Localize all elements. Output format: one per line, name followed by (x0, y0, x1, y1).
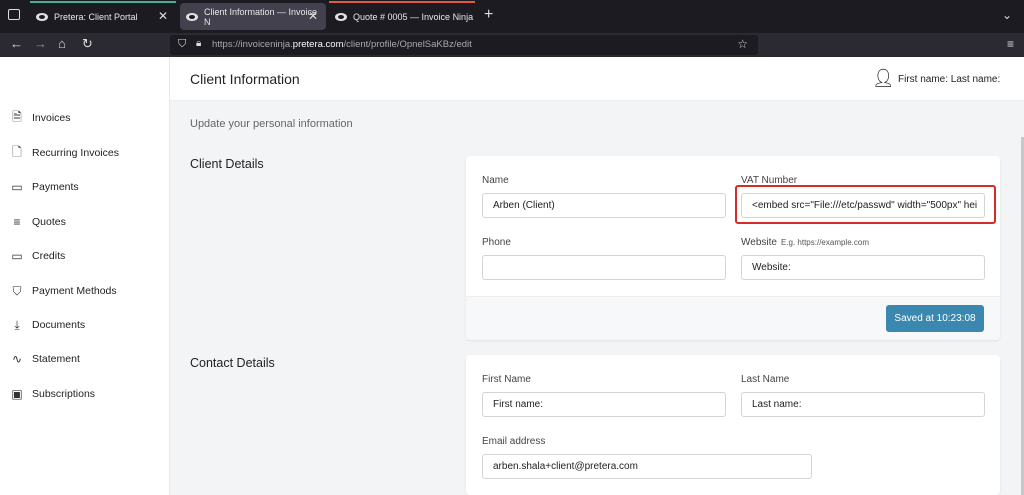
sidebar-item-subscriptions[interactable]: ▣ Subscriptions (10, 384, 95, 404)
chevron-down-icon[interactable]: ⌄ (1002, 8, 1012, 22)
credit-card-icon: ▭ (11, 180, 23, 194)
download-icon: ⤓ (14, 317, 20, 332)
website-label: Website E.g. https://example.com (741, 237, 869, 248)
user-icon[interactable]: 👤︎ (872, 68, 895, 89)
website-hint: E.g. https://example.com (780, 238, 869, 247)
tab-client-information[interactable]: Client Information — Invoice N ✕ (180, 3, 326, 30)
new-tab-icon[interactable]: + (484, 6, 493, 24)
last-name-label: Last Name (741, 374, 790, 385)
favicon-icon (335, 12, 347, 21)
home-icon[interactable]: ⌂ (58, 36, 66, 51)
first-name-field[interactable]: First name: (482, 392, 726, 417)
name-label: Name (482, 175, 509, 186)
browser-tab-bar: Pretera: Client Portal ✕ Client Informat… (0, 0, 1024, 33)
saved-status-button[interactable]: Saved at 10:23:08 (886, 305, 984, 332)
tab-overview-icon[interactable] (8, 9, 20, 20)
favicon-icon (186, 12, 198, 21)
vat-highlight-box (735, 185, 996, 224)
sidebar-item-label: Quotes (32, 216, 66, 228)
page-subtitle: Update your personal information (190, 118, 353, 130)
bookmark-star-icon[interactable]: ☆ (737, 37, 748, 51)
phone-field[interactable] (482, 255, 726, 280)
document-icon: 🗋︎ (12, 144, 22, 159)
address-bar[interactable]: ⛉ 🔒︎ https://invoiceninja.pretera.com/cl… (170, 35, 758, 55)
browser-nav-bar: ← → ⌂ ↻ ⛉ 🔒︎ https://invoiceninja.preter… (0, 33, 1024, 57)
sidebar-item-quotes[interactable]: ≡ Quotes (10, 212, 66, 232)
email-field[interactable]: arben.shala+client@pretera.com (482, 454, 812, 479)
invoice-icon: 🗎︎ (12, 109, 22, 124)
tab-close-icon[interactable]: ✕ (308, 9, 318, 23)
page-title: Client Information (190, 71, 300, 87)
website-field[interactable]: Website: (741, 255, 985, 280)
calendar-icon: ▣ (11, 387, 23, 401)
forward-arrow-icon[interactable]: → (34, 36, 47, 51)
card-footer: Saved at 10:23:08 (466, 296, 1000, 340)
sidebar-item-label: Recurring Invoices (32, 147, 119, 159)
back-arrow-icon[interactable]: ← (10, 36, 23, 51)
favicon-icon (36, 12, 48, 21)
sidebar-item-payment-methods[interactable]: ⛉ Payment Methods (10, 281, 117, 301)
sidebar-item-recurring-invoices[interactable]: 🗋︎ Recurring Invoices (10, 143, 119, 163)
credit-card-icon: ▭ (11, 249, 23, 263)
contact-details-card: First Name First name: Last Name Last na… (466, 355, 1000, 495)
tab-title: Pretera: Client Portal (54, 11, 138, 22)
sidebar-item-invoices[interactable]: 🗎︎ Invoices (10, 108, 71, 128)
phone-label: Phone (482, 237, 511, 248)
contact-details-heading: Contact Details (190, 356, 275, 370)
sidebar-item-label: Documents (32, 319, 86, 331)
sidebar-item-statement[interactable]: ∿ Statement (10, 349, 80, 369)
shield-icon: ⛉ (12, 283, 22, 298)
sidebar-item-documents[interactable]: ⤓ Documents (10, 315, 85, 335)
sidebar-item-label: Payment Methods (32, 285, 117, 297)
menu-icon[interactable]: ≡ (1007, 37, 1014, 51)
main-content: Client Information 👤︎ First name: Last n… (170, 57, 1024, 495)
list-icon: ≡ (13, 215, 21, 229)
sidebar-item-label: Credits (32, 250, 66, 262)
first-name-label: First Name (482, 374, 531, 385)
tab-client-portal[interactable]: Pretera: Client Portal ✕ (30, 1, 176, 30)
sidebar-item-label: Invoices (32, 112, 71, 124)
user-name[interactable]: First name: Last name: (898, 74, 1000, 85)
client-details-card: Name Arben (Client) VAT Number <embed sr… (466, 156, 1000, 340)
shield-icon[interactable]: ⛉ (178, 38, 186, 51)
reload-icon[interactable]: ↻ (82, 36, 93, 52)
page-header: Client Information 👤︎ First name: Last n… (170, 57, 1024, 101)
sidebar-item-credits[interactable]: ▭ Credits (10, 246, 65, 266)
sidebar-item-payments[interactable]: ▭ Payments (10, 177, 79, 197)
activity-icon: ∿ (11, 352, 23, 366)
email-label: Email address (482, 436, 546, 447)
tab-close-icon[interactable]: ✕ (158, 9, 168, 23)
sidebar-item-label: Statement (32, 353, 80, 365)
sidebar: 🗎︎ Invoices 🗋︎ Recurring Invoices ▭ Paym… (0, 57, 170, 495)
last-name-field[interactable]: Last name: (741, 392, 985, 417)
tab-quote[interactable]: Quote # 0005 — Invoice Ninja (329, 1, 475, 30)
client-details-heading: Client Details (190, 157, 264, 171)
url-text[interactable]: https://invoiceninja.pretera.com/client/… (212, 39, 472, 50)
lock-icon[interactable]: 🔒︎ (196, 38, 201, 49)
name-field[interactable]: Arben (Client) (482, 193, 726, 218)
sidebar-item-label: Payments (32, 181, 79, 193)
sidebar-item-label: Subscriptions (32, 388, 96, 400)
tab-title: Quote # 0005 — Invoice Ninja (353, 11, 474, 22)
